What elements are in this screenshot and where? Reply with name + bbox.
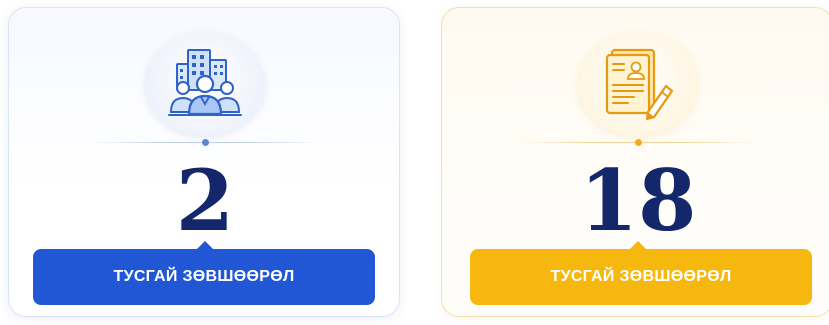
stat-value: 2 <box>175 151 235 250</box>
pointer-arrow <box>196 241 214 250</box>
icon-badge <box>145 32 265 136</box>
divider-dot <box>635 139 642 146</box>
stat-label: ТУСГАЙ ЗӨВШӨӨРӨЛ <box>550 268 732 285</box>
stat-card-organizations: 2 ТУСГАЙ ЗӨВШӨӨРӨЛ <box>8 7 400 317</box>
company-people-icon <box>168 49 242 116</box>
stat-card-documents: 18 ТУСГАЙ ЗӨВШӨӨРӨЛ <box>441 7 829 317</box>
stat-label: ТУСГАЙ ЗӨВШӨӨРӨЛ <box>113 268 295 285</box>
stats-panel: 2 ТУСГАЙ ЗӨВШӨӨРӨЛ 18 ТУСГАЙ ЗӨВШӨӨРӨЛ <box>0 0 829 325</box>
divider-dot <box>202 139 209 146</box>
stat-label-button[interactable]: ТУСГАЙ ЗӨВШӨӨРӨЛ <box>470 241 812 305</box>
stat-label-button[interactable]: ТУСГАЙ ЗӨВШӨӨРӨЛ <box>33 241 375 305</box>
stat-value: 18 <box>579 151 697 250</box>
pointer-arrow <box>629 241 647 250</box>
icon-badge <box>578 32 698 136</box>
document-sign-icon <box>605 48 674 121</box>
